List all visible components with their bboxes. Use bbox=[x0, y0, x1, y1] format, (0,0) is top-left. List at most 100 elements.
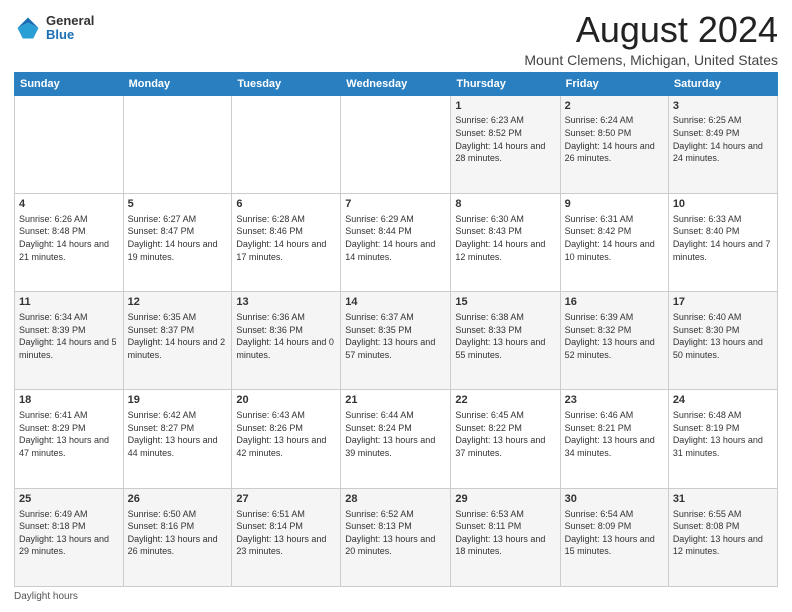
daylight-label: Daylight hours bbox=[14, 591, 78, 602]
day-info: Daylight: 14 hours and 17 minutes. bbox=[236, 238, 336, 263]
day-number: 24 bbox=[673, 393, 773, 408]
logo-text: General Blue bbox=[46, 14, 94, 43]
day-info: Sunset: 8:47 PM bbox=[128, 225, 228, 238]
day-info: Sunset: 8:46 PM bbox=[236, 225, 336, 238]
day-info: Sunrise: 6:38 AM bbox=[455, 311, 555, 324]
day-cell: 18Sunrise: 6:41 AMSunset: 8:29 PMDayligh… bbox=[15, 390, 124, 488]
day-cell bbox=[15, 95, 124, 193]
day-info: Sunset: 8:13 PM bbox=[345, 520, 446, 533]
page: General Blue August 2024 Mount Clemens, … bbox=[0, 0, 792, 612]
day-info: Sunrise: 6:33 AM bbox=[673, 213, 773, 226]
footer-note: Daylight hours bbox=[14, 591, 778, 602]
logo: General Blue bbox=[14, 14, 94, 43]
week-row-4: 25Sunrise: 6:49 AMSunset: 8:18 PMDayligh… bbox=[15, 488, 778, 586]
day-info: Sunset: 8:14 PM bbox=[236, 520, 336, 533]
day-info: Daylight: 13 hours and 23 minutes. bbox=[236, 533, 336, 558]
day-info: Sunset: 8:49 PM bbox=[673, 127, 773, 140]
day-cell: 6Sunrise: 6:28 AMSunset: 8:46 PMDaylight… bbox=[232, 193, 341, 291]
day-info: Daylight: 14 hours and 12 minutes. bbox=[455, 238, 555, 263]
day-info: Daylight: 14 hours and 28 minutes. bbox=[455, 140, 555, 165]
day-number: 4 bbox=[19, 197, 119, 212]
day-info: Daylight: 14 hours and 24 minutes. bbox=[673, 140, 773, 165]
day-info: Sunset: 8:11 PM bbox=[455, 520, 555, 533]
title-block: August 2024 Mount Clemens, Michigan, Uni… bbox=[524, 10, 778, 68]
day-number: 21 bbox=[345, 393, 446, 408]
day-number: 25 bbox=[19, 492, 119, 507]
day-cell: 16Sunrise: 6:39 AMSunset: 8:32 PMDayligh… bbox=[560, 292, 668, 390]
day-cell: 17Sunrise: 6:40 AMSunset: 8:30 PMDayligh… bbox=[668, 292, 777, 390]
day-number: 18 bbox=[19, 393, 119, 408]
logo-general: General bbox=[46, 14, 94, 28]
col-sunday: Sunday bbox=[15, 72, 124, 95]
day-info: Sunrise: 6:31 AM bbox=[565, 213, 664, 226]
day-info: Sunrise: 6:35 AM bbox=[128, 311, 228, 324]
day-info: Sunset: 8:24 PM bbox=[345, 422, 446, 435]
day-info: Daylight: 13 hours and 47 minutes. bbox=[19, 434, 119, 459]
day-info: Daylight: 13 hours and 52 minutes. bbox=[565, 336, 664, 361]
col-tuesday: Tuesday bbox=[232, 72, 341, 95]
day-info: Daylight: 14 hours and 2 minutes. bbox=[128, 336, 228, 361]
day-cell: 10Sunrise: 6:33 AMSunset: 8:40 PMDayligh… bbox=[668, 193, 777, 291]
day-info: Sunrise: 6:50 AM bbox=[128, 508, 228, 521]
day-info: Sunset: 8:30 PM bbox=[673, 324, 773, 337]
day-cell: 20Sunrise: 6:43 AMSunset: 8:26 PMDayligh… bbox=[232, 390, 341, 488]
main-title: August 2024 bbox=[524, 10, 778, 50]
day-info: Sunset: 8:26 PM bbox=[236, 422, 336, 435]
day-info: Sunrise: 6:46 AM bbox=[565, 409, 664, 422]
col-wednesday: Wednesday bbox=[341, 72, 451, 95]
day-info: Sunrise: 6:40 AM bbox=[673, 311, 773, 324]
day-cell: 25Sunrise: 6:49 AMSunset: 8:18 PMDayligh… bbox=[15, 488, 124, 586]
day-info: Daylight: 13 hours and 57 minutes. bbox=[345, 336, 446, 361]
day-cell: 12Sunrise: 6:35 AMSunset: 8:37 PMDayligh… bbox=[123, 292, 232, 390]
day-number: 19 bbox=[128, 393, 228, 408]
day-info: Daylight: 13 hours and 12 minutes. bbox=[673, 533, 773, 558]
day-number: 27 bbox=[236, 492, 336, 507]
day-info: Sunset: 8:32 PM bbox=[565, 324, 664, 337]
day-number: 31 bbox=[673, 492, 773, 507]
week-row-2: 11Sunrise: 6:34 AMSunset: 8:39 PMDayligh… bbox=[15, 292, 778, 390]
day-number: 8 bbox=[455, 197, 555, 212]
top-section: General Blue August 2024 Mount Clemens, … bbox=[14, 10, 778, 68]
day-cell: 21Sunrise: 6:44 AMSunset: 8:24 PMDayligh… bbox=[341, 390, 451, 488]
day-cell: 19Sunrise: 6:42 AMSunset: 8:27 PMDayligh… bbox=[123, 390, 232, 488]
day-info: Sunset: 8:36 PM bbox=[236, 324, 336, 337]
day-number: 13 bbox=[236, 295, 336, 310]
day-info: Sunset: 8:29 PM bbox=[19, 422, 119, 435]
col-friday: Friday bbox=[560, 72, 668, 95]
day-info: Daylight: 13 hours and 42 minutes. bbox=[236, 434, 336, 459]
day-info: Sunrise: 6:41 AM bbox=[19, 409, 119, 422]
day-cell: 27Sunrise: 6:51 AMSunset: 8:14 PMDayligh… bbox=[232, 488, 341, 586]
day-cell: 3Sunrise: 6:25 AMSunset: 8:49 PMDaylight… bbox=[668, 95, 777, 193]
subtitle: Mount Clemens, Michigan, United States bbox=[524, 52, 778, 68]
logo-icon bbox=[14, 14, 42, 42]
day-info: Sunrise: 6:44 AM bbox=[345, 409, 446, 422]
day-cell: 8Sunrise: 6:30 AMSunset: 8:43 PMDaylight… bbox=[451, 193, 560, 291]
day-info: Daylight: 13 hours and 26 minutes. bbox=[128, 533, 228, 558]
day-cell: 2Sunrise: 6:24 AMSunset: 8:50 PMDaylight… bbox=[560, 95, 668, 193]
day-cell: 1Sunrise: 6:23 AMSunset: 8:52 PMDaylight… bbox=[451, 95, 560, 193]
day-info: Sunrise: 6:54 AM bbox=[565, 508, 664, 521]
day-info: Sunset: 8:22 PM bbox=[455, 422, 555, 435]
day-info: Daylight: 13 hours and 34 minutes. bbox=[565, 434, 664, 459]
day-info: Sunrise: 6:25 AM bbox=[673, 114, 773, 127]
day-info: Daylight: 14 hours and 19 minutes. bbox=[128, 238, 228, 263]
day-info: Sunset: 8:16 PM bbox=[128, 520, 228, 533]
day-info: Daylight: 14 hours and 0 minutes. bbox=[236, 336, 336, 361]
day-info: Daylight: 13 hours and 18 minutes. bbox=[455, 533, 555, 558]
day-info: Sunset: 8:39 PM bbox=[19, 324, 119, 337]
day-info: Daylight: 13 hours and 29 minutes. bbox=[19, 533, 119, 558]
day-cell: 9Sunrise: 6:31 AMSunset: 8:42 PMDaylight… bbox=[560, 193, 668, 291]
day-info: Sunrise: 6:42 AM bbox=[128, 409, 228, 422]
day-number: 22 bbox=[455, 393, 555, 408]
header-row: Sunday Monday Tuesday Wednesday Thursday… bbox=[15, 72, 778, 95]
day-cell: 26Sunrise: 6:50 AMSunset: 8:16 PMDayligh… bbox=[123, 488, 232, 586]
day-info: Daylight: 14 hours and 5 minutes. bbox=[19, 336, 119, 361]
day-info: Sunrise: 6:48 AM bbox=[673, 409, 773, 422]
day-info: Sunset: 8:44 PM bbox=[345, 225, 446, 238]
day-cell bbox=[232, 95, 341, 193]
day-info: Daylight: 14 hours and 14 minutes. bbox=[345, 238, 446, 263]
week-row-0: 1Sunrise: 6:23 AMSunset: 8:52 PMDaylight… bbox=[15, 95, 778, 193]
day-number: 7 bbox=[345, 197, 446, 212]
day-cell: 23Sunrise: 6:46 AMSunset: 8:21 PMDayligh… bbox=[560, 390, 668, 488]
day-info: Sunset: 8:08 PM bbox=[673, 520, 773, 533]
